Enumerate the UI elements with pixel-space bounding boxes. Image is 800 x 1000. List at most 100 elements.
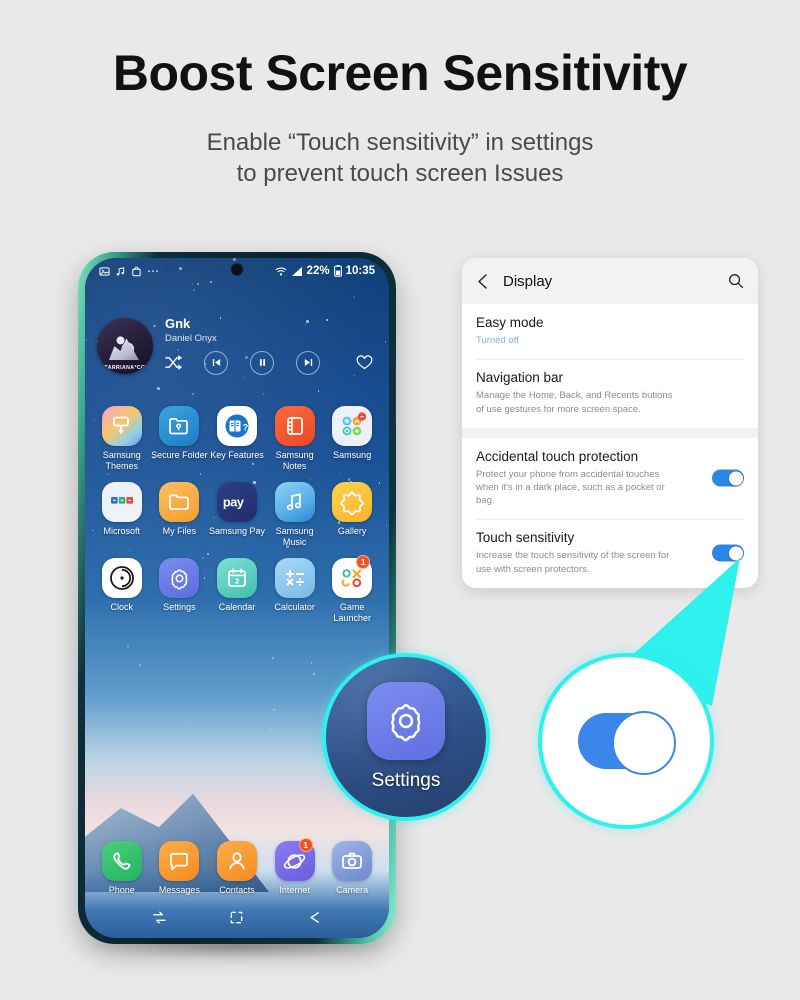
battery-icon: [333, 265, 342, 277]
app-icon-calculator[interactable]: Calculator: [266, 558, 324, 623]
app-icon-my-files[interactable]: My Files: [151, 482, 209, 547]
game-launcher-icon[interactable]: 1: [332, 555, 373, 599]
app-label: Samsung Music: [275, 526, 314, 547]
settings-item-title: Accidental touch protection: [476, 448, 639, 464]
page-subtitle: Enable “Touch sensitivity” in settings t…: [0, 128, 800, 189]
dock-icon-contacts[interactable]: Contacts: [208, 841, 266, 896]
poster-canvas: Boost Screen Sensitivity Enable “Touch s…: [0, 0, 800, 1000]
app-label: Calendar: [218, 602, 256, 613]
app-label: My Files: [162, 526, 197, 537]
app-label: Clock: [110, 602, 134, 613]
app-icon-microsoft[interactable]: Microsoft: [93, 482, 151, 547]
samsung-notes-icon[interactable]: [274, 406, 315, 446]
messages-icon[interactable]: [159, 841, 200, 882]
phone-screen: ⋯ 22% 10:35 TARRIANA*CO Gnk Daniel Onyx …: [85, 258, 389, 938]
settings-header: Display: [462, 258, 758, 304]
app-label: Gallery: [337, 526, 367, 537]
app-icon-samsung-pay[interactable]: pay Samsung Pay: [208, 482, 266, 547]
settings-item-title: Navigation bar: [476, 370, 564, 386]
settings-magnifier-callout: Settings: [322, 653, 490, 821]
app-icon-gallery[interactable]: Gallery: [323, 482, 381, 547]
app-icon-samsung-notes[interactable]: Samsung Notes: [266, 406, 324, 471]
app-grid: Samsung Themes Secure Folder? Key Features…: [85, 406, 389, 624]
app-icon-samsung-themes[interactable]: Samsung Themes: [93, 406, 151, 471]
app-badge: 1: [298, 838, 313, 853]
pause-icon[interactable]: [250, 350, 274, 375]
app-icon-samsung-music[interactable]: Samsung Music: [266, 482, 324, 547]
app-icon-samsung[interactable]: Samsung: [323, 406, 381, 471]
back-chevron-icon[interactable]: [476, 273, 489, 290]
dock-icon-internet[interactable]: 1 Internet: [266, 838, 324, 896]
front-camera-punch-hole: [230, 263, 244, 276]
samsung-themes-icon[interactable]: [101, 406, 142, 446]
phone-icon[interactable]: [101, 841, 142, 882]
svg-text:2: 2: [235, 577, 239, 586]
calculator-icon[interactable]: [274, 558, 315, 599]
dock-icon-messages[interactable]: Messages: [151, 841, 209, 896]
wifi-icon: [275, 266, 287, 277]
home-icon[interactable]: [229, 910, 244, 925]
previous-icon[interactable]: [204, 350, 228, 375]
shuffle-icon[interactable]: [165, 355, 182, 370]
settings-magnifier-label: Settings: [371, 770, 441, 791]
app-label: Contacts: [219, 885, 255, 896]
music-note-icon: [115, 266, 126, 277]
settings-item-description: Turned off: [476, 335, 519, 347]
my-files-icon[interactable]: [159, 482, 200, 523]
settings-item-navigation-bar[interactable]: Navigation bar Manage the Home, Back, an…: [462, 359, 758, 427]
app-icon-calendar[interactable]: 2 Calendar: [208, 558, 266, 623]
calendar-icon[interactable]: 2: [216, 558, 257, 599]
svg-text:pay: pay: [223, 495, 245, 510]
settings-item-accidental-touch-protection[interactable]: Accidental touch protection Protect your…: [462, 438, 758, 520]
internet-icon[interactable]: 1: [274, 838, 315, 882]
signal-icon: [291, 266, 303, 277]
album-art-artwork: [109, 338, 139, 360]
clock-icon[interactable]: [101, 558, 142, 599]
favorite-heart-icon[interactable]: [356, 355, 377, 370]
app-label: Samsung Themes: [102, 450, 141, 471]
dock-icon-phone[interactable]: Phone: [93, 841, 151, 896]
app-label: Calculator: [274, 602, 315, 613]
phone-mockup: ⋯ 22% 10:35 TARRIANA*CO Gnk Daniel Onyx …: [78, 252, 396, 958]
app-icon-clock[interactable]: Clock: [93, 558, 151, 623]
app-icon-game-launcher[interactable]: 1 Game Launcher: [323, 555, 381, 623]
key-features-icon[interactable]: ?: [216, 406, 257, 446]
contacts-icon[interactable]: [216, 841, 257, 882]
settings-group-divider: [462, 427, 758, 438]
samsung-music-icon[interactable]: [274, 482, 315, 523]
search-icon[interactable]: [728, 273, 744, 289]
secure-folder-icon[interactable]: [159, 406, 200, 446]
camera-icon[interactable]: [332, 841, 373, 882]
app-label: Key Features: [210, 450, 264, 460]
next-icon[interactable]: [296, 350, 320, 375]
status-bar-system-icons: 22% 10:35: [275, 265, 375, 277]
back-icon[interactable]: [307, 910, 322, 925]
shopping-bag-icon: [131, 266, 142, 277]
app-icon-key-features[interactable]: ? Key Features: [208, 406, 266, 471]
accidental-touch-protection-toggle[interactable]: [712, 469, 744, 487]
settings-gear-icon[interactable]: [367, 682, 445, 760]
settings-gear-icon[interactable]: [159, 558, 200, 599]
settings-item-easy-mode[interactable]: Easy mode Turned off: [462, 304, 758, 359]
recents-icon[interactable]: [152, 910, 167, 925]
svg-text:?: ?: [243, 422, 249, 432]
power-button[interactable]: [395, 362, 396, 424]
toggle-magnifier-callout: [538, 653, 714, 829]
settings-card-group-1: Easy mode Turned off Navigation bar Mana…: [462, 304, 758, 428]
app-icon-secure-folder[interactable]: Secure Folder: [151, 406, 209, 471]
settings-item-title: Touch sensitivity: [476, 530, 575, 546]
app-badge: 1: [356, 555, 371, 570]
music-info: Gnk Daniel Onyx: [153, 316, 377, 375]
microsoft-folder-icon[interactable]: [101, 482, 142, 523]
dock-icon-camera[interactable]: Camera: [323, 841, 381, 896]
toggle-switch-on-icon[interactable]: [578, 711, 676, 775]
display-settings-panel: Display Easy mode Turned off Navigation …: [462, 258, 758, 588]
gallery-icon[interactable]: [332, 482, 373, 523]
app-icon-settings[interactable]: Settings: [151, 558, 209, 623]
samsung-folder-icon[interactable]: [332, 406, 373, 446]
app-label: Samsung: [333, 450, 372, 460]
status-bar-time: 10:35: [345, 265, 375, 277]
samsung-pay-icon[interactable]: pay: [216, 482, 257, 523]
album-art: TARRIANA*CO: [97, 318, 153, 374]
app-label: Microsoft: [103, 526, 141, 537]
